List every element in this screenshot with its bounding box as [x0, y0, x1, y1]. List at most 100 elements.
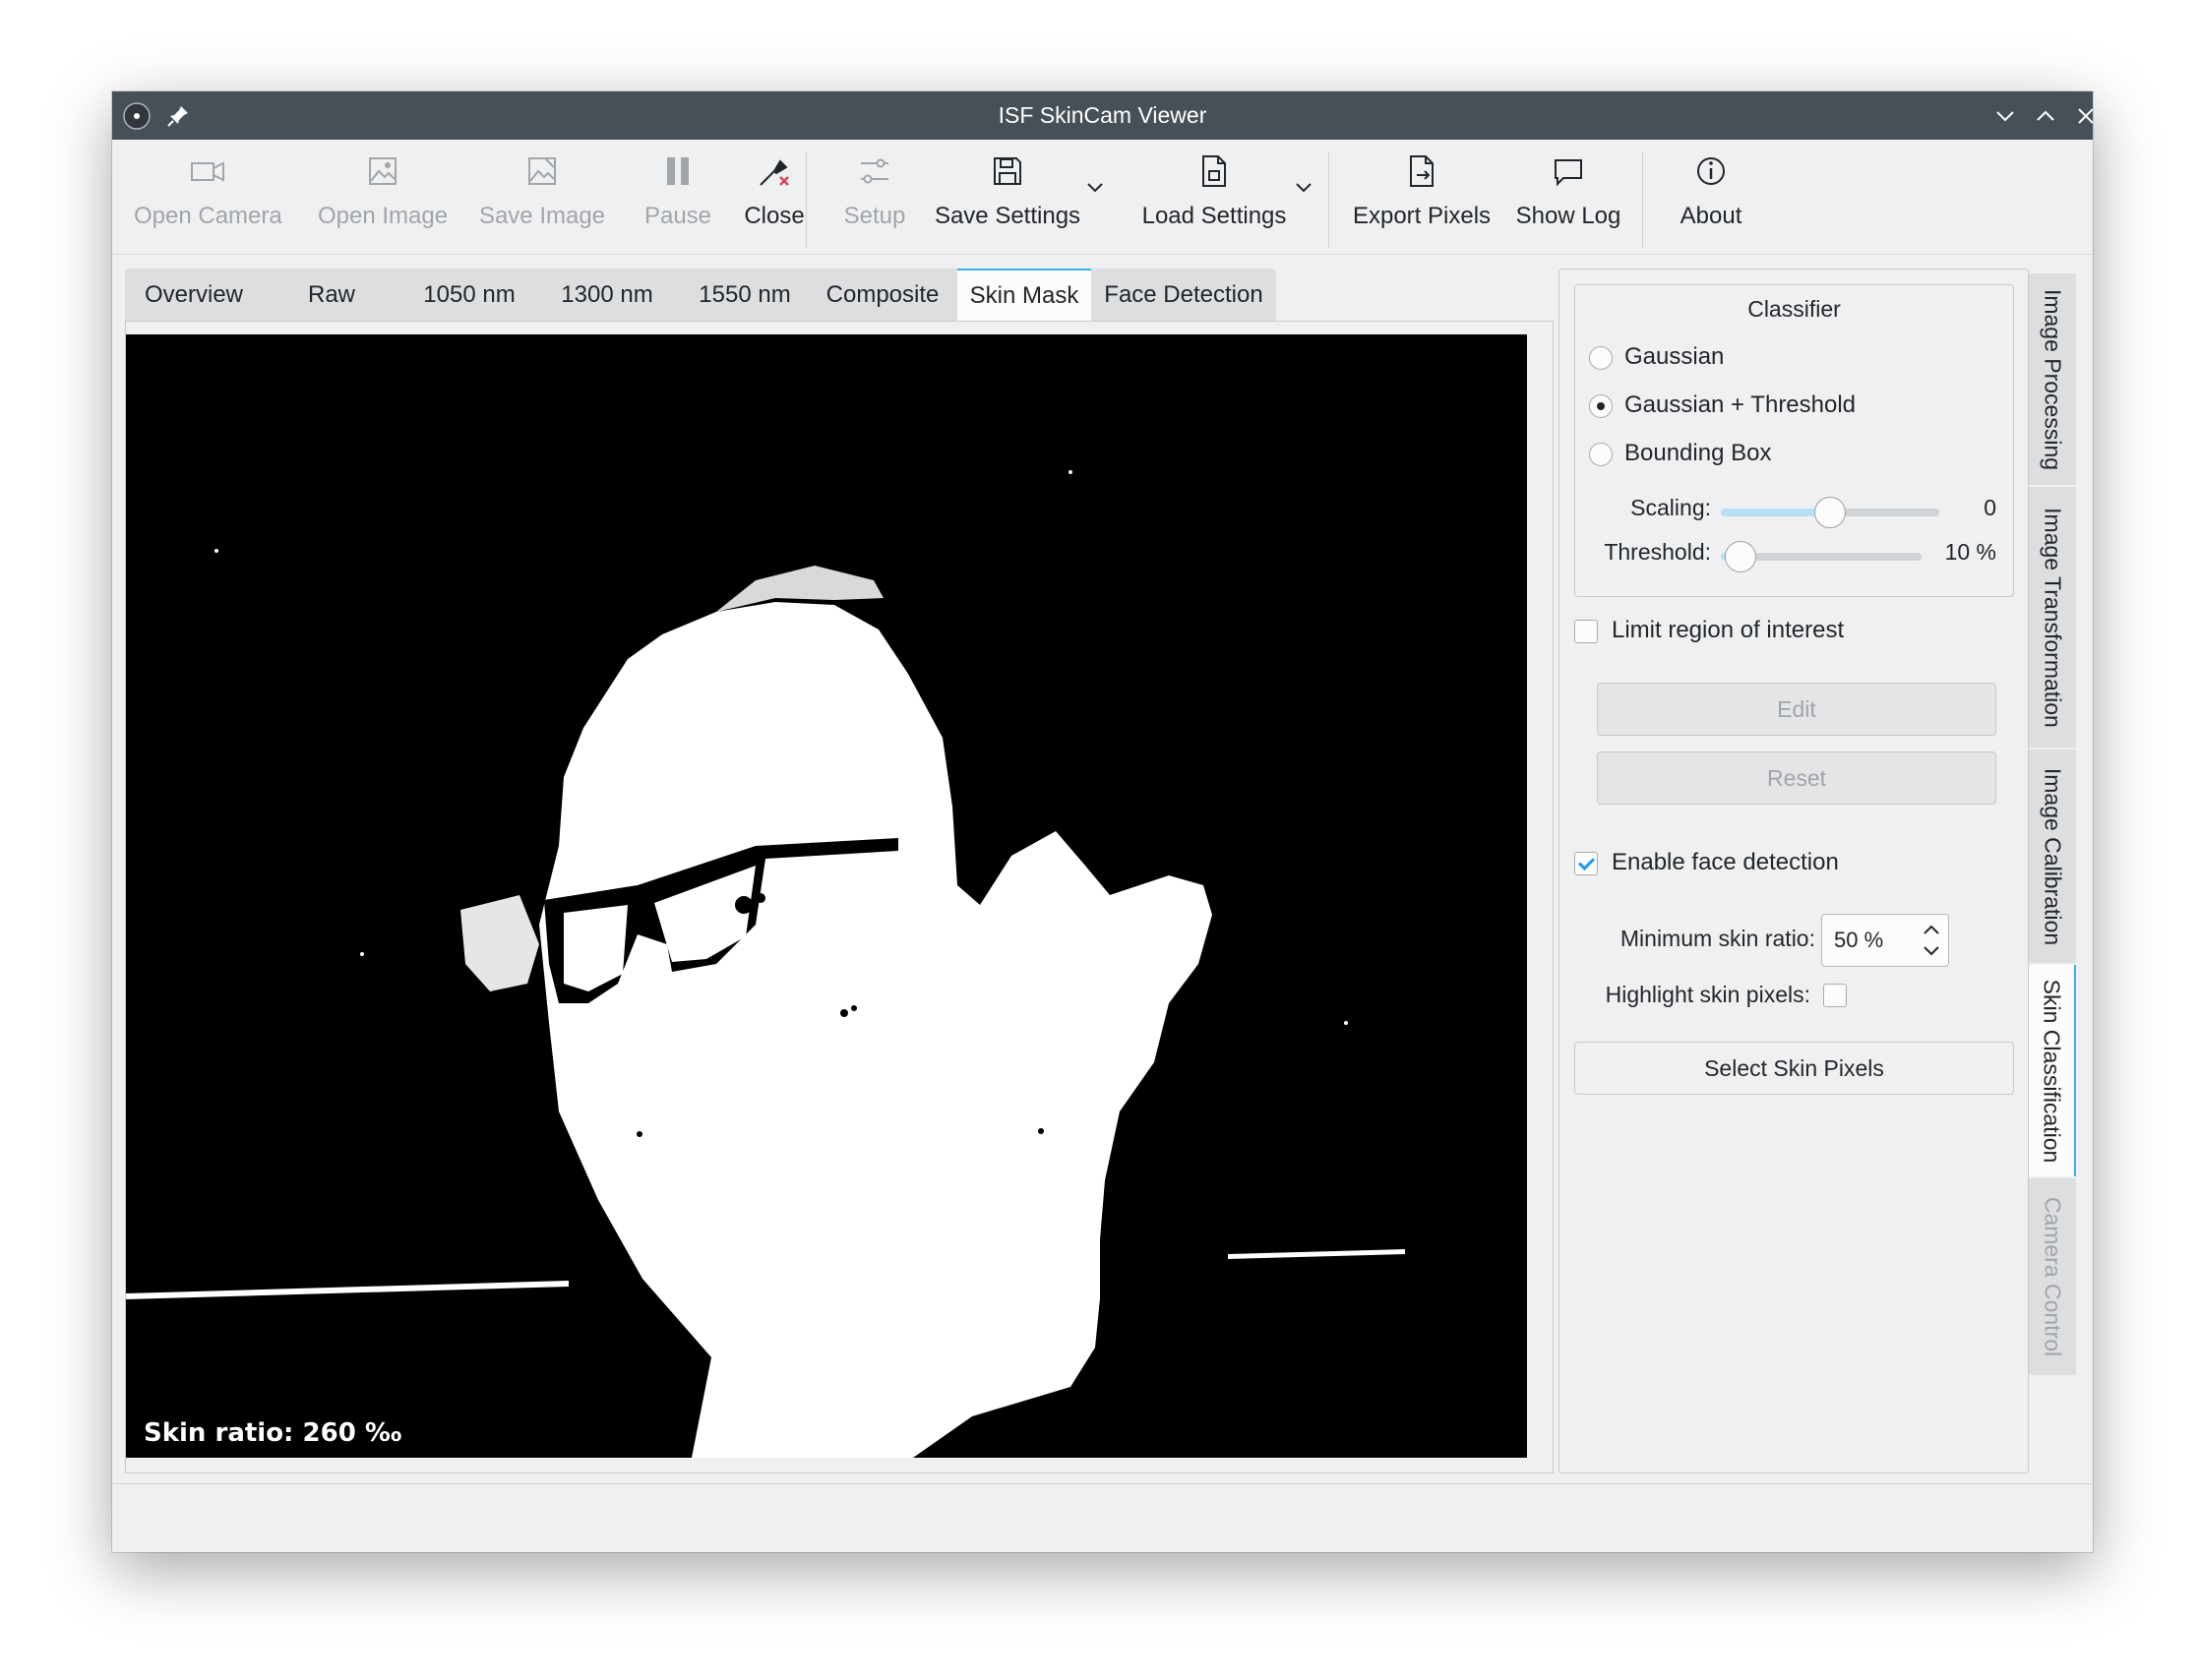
open-image-label: Open Image: [317, 203, 449, 229]
save-image-button[interactable]: Save Image: [468, 151, 616, 246]
save-image-label: Save Image: [478, 203, 606, 229]
maximize-icon[interactable]: [2029, 99, 2062, 133]
export-pixels-label: Export Pixels: [1352, 203, 1492, 229]
skin-ratio-readout: Skin ratio: 260 ‰: [144, 1418, 402, 1448]
export-pixels-button[interactable]: Export Pixels: [1348, 151, 1496, 246]
classifier-title: Classifier: [1747, 296, 1841, 322]
scaling-value: 0: [1984, 495, 1996, 520]
radio-label: Gaussian + Threshold: [1624, 391, 1857, 418]
open-camera-label: Open Camera: [134, 203, 282, 229]
side-tab-label: Camera Control: [2040, 1196, 2066, 1357]
tab-skin-mask[interactable]: Skin Mask: [957, 269, 1091, 321]
side-tab-image-transformation[interactable]: Image Transformation: [2029, 487, 2076, 748]
close-window-icon[interactable]: [2069, 99, 2093, 133]
checkbox-indicator: [1574, 851, 1598, 875]
about-label: About: [1680, 203, 1742, 229]
tab-1050-nm[interactable]: 1050 nm: [400, 269, 538, 321]
highlight-skin-checkbox[interactable]: [1823, 984, 1847, 1007]
tab-raw[interactable]: Raw: [263, 269, 400, 321]
enable-face-detection-label: Enable face detection: [1612, 849, 1839, 875]
pause-label: Pause: [643, 203, 712, 229]
save-icon: [994, 157, 1021, 185]
side-tab-label: Image Calibration: [2040, 767, 2066, 945]
reset-roi-button[interactable]: Reset: [1597, 751, 1996, 805]
threshold-value: 10 %: [1944, 539, 1996, 565]
classifier-group: Classifier Gaussian Gaussian + Threshold…: [1574, 284, 2014, 597]
side-tab-label: Skin Classification: [2039, 979, 2065, 1163]
show-log-button[interactable]: Show Log: [1509, 151, 1627, 246]
disconnect-icon: [760, 159, 789, 186]
radio-indicator: [1589, 442, 1613, 466]
radio-label: Bounding Box: [1624, 440, 1772, 466]
side-tab-label: Image Transformation: [2040, 507, 2066, 728]
save-settings-dropdown-icon[interactable]: [1083, 175, 1107, 199]
load-settings-label: Load Settings: [1141, 203, 1287, 229]
message-icon: [1555, 159, 1582, 187]
radio-bounding-box[interactable]: Bounding Box: [1589, 438, 1771, 469]
min-skin-ratio-value: 50 %: [1834, 928, 1884, 952]
spin-arrows-icon[interactable]: [1921, 919, 1942, 962]
scaling-slider-handle[interactable]: [1814, 497, 1846, 528]
limit-roi-label: Limit region of interest: [1612, 617, 1845, 643]
main-toolbar: Open Camera Open Image Save Image Pause …: [112, 140, 2093, 255]
title-bar: ISF SkinCam Viewer: [112, 91, 2093, 140]
enable-face-detection-checkbox[interactable]: Enable face detection: [1574, 848, 1839, 877]
threshold-slider-handle[interactable]: [1725, 541, 1757, 572]
pause-icon: [667, 157, 689, 185]
open-image-button[interactable]: Open Image: [309, 151, 457, 246]
save-settings-button[interactable]: Save Settings: [919, 151, 1096, 246]
scaling-slider[interactable]: [1721, 497, 1939, 528]
tab-composite[interactable]: Composite: [814, 269, 951, 321]
pause-button[interactable]: Pause: [624, 151, 732, 246]
minimize-icon[interactable]: [1988, 99, 2022, 133]
load-settings-dropdown-icon[interactable]: [1292, 175, 1315, 199]
radio-gaussian[interactable]: Gaussian: [1589, 341, 1724, 373]
side-tab-bar: Image Processing Image Transformation Im…: [2029, 273, 2076, 1385]
setup-button[interactable]: Setup: [821, 151, 929, 246]
save-settings-label: Save Settings: [934, 203, 1081, 229]
radio-gaussian-threshold[interactable]: Gaussian + Threshold: [1589, 390, 1856, 421]
highlight-skin-label: Highlight skin pixels:: [1605, 982, 1810, 1007]
tab-face-detection[interactable]: Face Detection: [1091, 269, 1276, 321]
window-title: ISF SkinCam Viewer: [998, 102, 1207, 128]
close-label: Close: [744, 203, 805, 229]
status-bar: [112, 1483, 2093, 1552]
close-button[interactable]: Close: [720, 151, 828, 246]
sliders-icon: [861, 158, 888, 184]
app-window: ISF SkinCam Viewer Open Camera Open Imag…: [112, 91, 2093, 1552]
skin-mask-image[interactable]: Skin ratio: 260 ‰: [126, 334, 1527, 1458]
side-tab-camera-control[interactable]: Camera Control: [2029, 1178, 2076, 1375]
image-icon: [369, 157, 397, 185]
side-tab-skin-classification[interactable]: Skin Classification: [2029, 965, 2076, 1176]
load-file-icon: [1202, 155, 1226, 187]
save-image-icon: [528, 157, 556, 185]
info-icon: [1697, 157, 1725, 185]
settings-panel: Classifier Gaussian Gaussian + Threshold…: [1558, 269, 2029, 1473]
show-log-label: Show Log: [1515, 203, 1621, 229]
checkbox-indicator: [1574, 619, 1598, 643]
open-camera-button[interactable]: Open Camera: [134, 151, 282, 246]
toolbar-separator: [1642, 151, 1643, 248]
edit-roi-button[interactable]: Edit: [1597, 683, 1996, 736]
min-skin-ratio-spinbox[interactable]: 50 %: [1821, 914, 1949, 967]
select-skin-pixels-button[interactable]: Select Skin Pixels: [1574, 1042, 2014, 1095]
toolbar-separator: [1328, 151, 1329, 248]
about-button[interactable]: About: [1657, 151, 1765, 246]
tab-1550-nm[interactable]: 1550 nm: [676, 269, 814, 321]
view-tab-bar: Overview Raw 1050 nm 1300 nm 1550 nm Com…: [125, 269, 1276, 321]
threshold-label: Threshold:: [1604, 539, 1711, 565]
tab-overview[interactable]: Overview: [125, 269, 263, 321]
side-tab-image-processing[interactable]: Image Processing: [2029, 273, 2076, 485]
load-settings-button[interactable]: Load Settings: [1126, 151, 1303, 246]
radio-indicator: [1589, 393, 1613, 418]
side-tab-image-calibration[interactable]: Image Calibration: [2029, 750, 2076, 963]
radio-indicator: [1589, 345, 1613, 370]
limit-roi-checkbox[interactable]: Limit region of interest: [1574, 616, 1844, 645]
toolbar-separator: [806, 151, 807, 248]
scaling-label: Scaling:: [1630, 495, 1711, 520]
side-tab-label: Image Processing: [2040, 288, 2066, 470]
camera-icon: [191, 161, 224, 182]
tab-1300-nm[interactable]: 1300 nm: [538, 269, 676, 321]
setup-label: Setup: [843, 203, 906, 229]
threshold-slider[interactable]: [1721, 541, 1922, 572]
